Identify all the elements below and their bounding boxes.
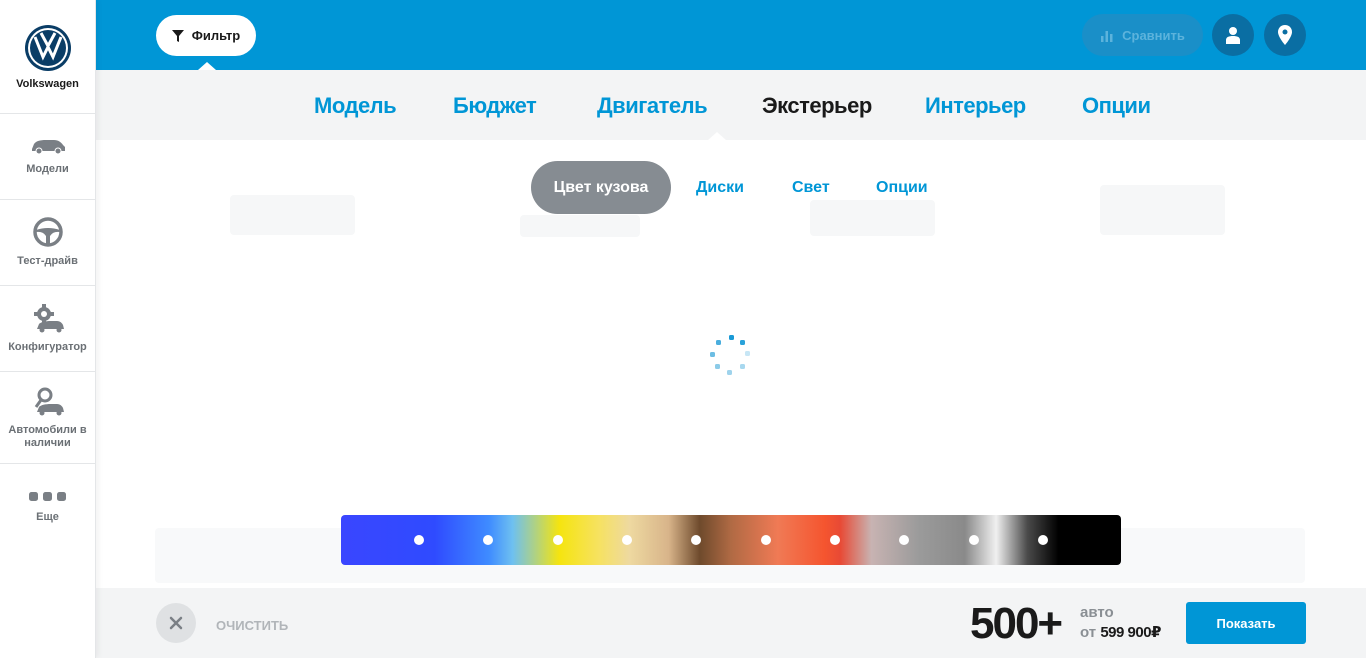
more-dots-icon [28,491,66,501]
show-results-button[interactable]: Показать [1186,602,1306,644]
sidebar-item-label: Автомобили в наличии [8,423,87,449]
sidebar-item-label: Тест-драйв [17,255,78,267]
location-pin-icon [1278,25,1292,45]
sidebar-item-configurator[interactable]: Конфигуратор [0,286,95,372]
user-button[interactable] [1212,14,1254,56]
color-swatch-blue[interactable] [414,535,424,545]
bottom-bar: очистить 500+ авто от 599 900₽ Показать [96,588,1366,658]
sidebar-item-label: Еще [36,510,59,523]
color-swatch-light-blue[interactable] [483,535,493,545]
sidebar: Volkswagen Модели Тест-драйв Конфигурато… [0,0,96,658]
tab-options[interactable]: Опции [1082,93,1151,119]
filter-button[interactable]: Фильтр [156,15,256,56]
close-icon [169,616,183,630]
top-bar: Фильтр Сравнить [96,0,1366,70]
price-prefix: от [1080,624,1097,641]
steering-wheel-icon [32,217,63,247]
clear-label[interactable]: очистить [216,618,288,633]
sidebar-item-more[interactable]: Еще [0,464,95,550]
color-swatch-orange[interactable] [761,535,771,545]
car-icon [31,140,65,155]
tab-interior[interactable]: Интерьер [925,93,1026,119]
filter-label: Фильтр [191,28,241,43]
sidebar-item-in-stock[interactable]: Автомобили в наличии [0,372,95,464]
price-value: 599 900₽ [1100,624,1161,641]
subtab-options[interactable]: Опции [876,179,928,197]
color-swatch-red[interactable] [830,535,840,545]
bar-chart-icon [1101,31,1113,42]
compare-button[interactable]: Сравнить [1082,14,1203,56]
brand-name: Volkswagen [16,78,79,90]
tab-model[interactable]: Модель [314,93,397,119]
filter-icon [171,29,184,42]
color-swatch-grey[interactable] [899,535,909,545]
tab-engine[interactable]: Двигатель [597,93,708,119]
user-icon [1226,27,1240,44]
vw-logo [24,25,71,71]
results-unit: авто [1080,604,1114,621]
loading-spinner-icon [710,335,750,375]
sidebar-item-label: Конфигуратор [8,341,87,353]
gear-car-icon [33,304,64,333]
color-swatch-brown[interactable] [691,535,701,545]
subtab-wheels[interactable]: Диски [696,179,744,197]
active-tab-pointer [708,132,726,140]
search-car-icon [34,387,64,415]
color-swatch-beige[interactable] [622,535,632,545]
sidebar-item-label: Модели [26,163,69,175]
sidebar-item-test-drive[interactable]: Тест-драйв [0,200,95,286]
ghost-block [810,200,935,236]
filter-pointer [198,62,216,70]
location-button[interactable] [1264,14,1306,56]
sidebar-item-models[interactable]: Модели [0,114,95,200]
body-color-palette [341,515,1121,565]
tab-exterior[interactable]: Экстерьер [762,93,872,119]
subtab-lights[interactable]: Свет [792,179,830,197]
clear-button[interactable] [156,603,196,643]
results-count: 500+ [970,599,1063,648]
ghost-block [520,215,640,237]
compare-label: Сравнить [1122,27,1185,43]
color-swatch-silver[interactable] [969,535,979,545]
color-swatch-yellow[interactable] [553,535,563,545]
tab-budget[interactable]: Бюджет [453,93,537,119]
subtab-body-color[interactable]: Цвет кузова [531,161,671,214]
price-from: от 599 900₽ [1080,623,1161,641]
ghost-block [230,195,355,235]
ghost-block [1100,185,1225,235]
brand-block[interactable]: Volkswagen [0,0,95,114]
main-tabs: Модель Бюджет Двигатель Экстерьер Интерь… [96,70,1366,140]
color-swatch-black[interactable] [1038,535,1048,545]
